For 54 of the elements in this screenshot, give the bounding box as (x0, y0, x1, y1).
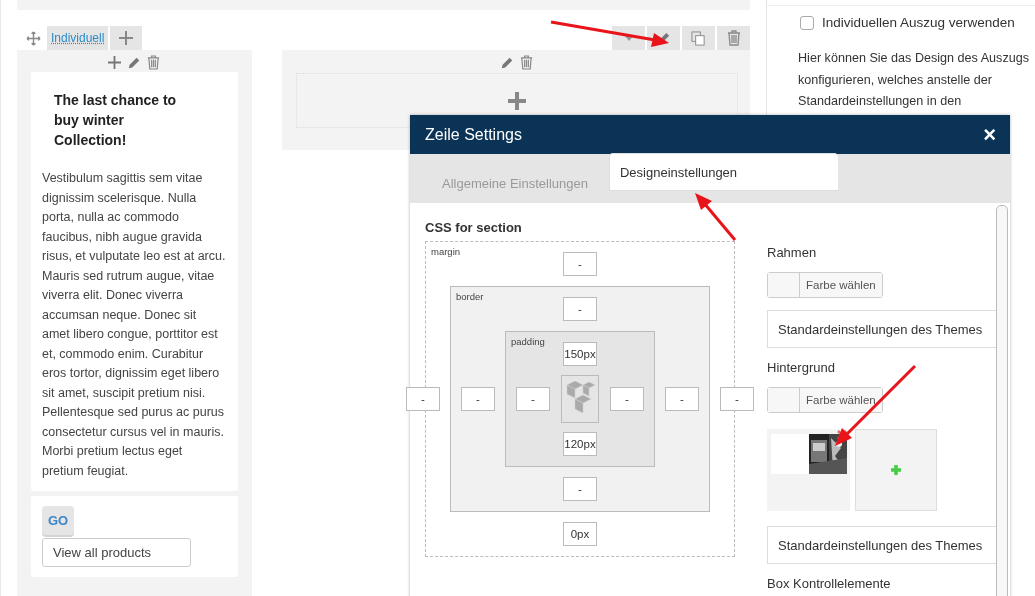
trash-icon[interactable] (147, 55, 161, 70)
move-icon[interactable] (26, 31, 41, 46)
add-image-tile[interactable] (855, 429, 937, 511)
copy-icon (691, 30, 706, 46)
card-text: Vestibulum sagittis sem vitae dignissim scelerisque. Nulla porta, nulla ac commodo faucibus, nibh augue gravida risus, et vulputate leo est at arcu. Mauris sed rutrum augue, vitae viverra elit. Donec viverra accumsan neque. Donec sit amet libero congue, porttitor est et, commodo enim. Curabitur eros tortor, dignissim eget libero sit amet, suscipit pretium nisi. Pellentesque sed purus ac purus consectetur cursus vel in mauris. Morbi pretium lectus eget pretium feugiat. (42, 170, 226, 480)
caret-icon (623, 35, 634, 41)
add-tab[interactable] (110, 26, 143, 50)
pencil-icon[interactable] (127, 55, 142, 70)
box-label: margin (431, 246, 461, 257)
dialog-tab[interactable]: Designeinstellungen (609, 153, 838, 191)
setting-label: Rahmen (767, 245, 817, 260)
thumbnail-background (771, 434, 809, 474)
plus-icon (507, 91, 526, 110)
card-title: The last chance to buy winter Collection! (53, 91, 178, 150)
margin-bottom-field[interactable]: 0px (563, 522, 597, 546)
delete-button[interactable] (717, 26, 750, 50)
border-left-field[interactable]: - (461, 387, 495, 411)
box-label: border (456, 291, 484, 302)
color-swatch[interactable] (768, 388, 800, 412)
checkbox-label: Individuellen Auszug verwenden (822, 15, 1015, 30)
border-top-field[interactable]: - (563, 297, 597, 321)
image-thumbnail[interactable] (767, 429, 850, 511)
close-button[interactable]: × (983, 121, 996, 148)
trash-icon[interactable] (520, 55, 534, 70)
copy-button[interactable] (682, 26, 715, 50)
scrollbar[interactable] (996, 205, 1008, 596)
padding-bottom-field[interactable]: 120px (563, 432, 597, 456)
margin-left-field[interactable]: - (406, 387, 440, 411)
margin-top-field[interactable]: - (563, 252, 597, 276)
choose-color-button[interactable]: Farbe wählen (800, 388, 882, 412)
setting-label: Box Kontrollelemente (767, 576, 891, 591)
margin-right-field[interactable]: - (720, 387, 754, 411)
plus-icon[interactable] (108, 56, 122, 69)
dialog-title: Zeile Settings (425, 125, 522, 144)
section-title: CSS for section (425, 220, 523, 235)
plus-icon (119, 31, 134, 45)
padding-top-field[interactable]: 150px (563, 342, 597, 366)
choose-color-button[interactable]: Farbe wählen (800, 273, 882, 297)
trash-icon (726, 30, 741, 46)
checkbox[interactable] (800, 15, 814, 30)
padding-left-field[interactable]: - (516, 387, 550, 411)
border-right-field[interactable]: - (665, 387, 699, 411)
annotation-arrow (695, 193, 737, 241)
pencil-icon[interactable] (500, 55, 515, 70)
padding-right-field[interactable]: - (610, 387, 644, 411)
setting-label: Hintergrund (767, 360, 835, 375)
view-all-button[interactable]: View all products (42, 538, 191, 567)
theme-default-select[interactable]: Standardeinstellungen des Themes (767, 310, 996, 348)
description-text: Hier können Sie das Design des Auszugs konfigurieren, welches anstelle der Standardeinstellungen in den (798, 50, 1031, 110)
border-bottom-field[interactable]: - (563, 477, 597, 501)
theme-default-select[interactable]: Standardeinstellungen des Themes (767, 526, 996, 564)
box-label: padding (511, 336, 545, 347)
color-swatch[interactable] (768, 273, 800, 297)
plus-icon (891, 465, 901, 475)
